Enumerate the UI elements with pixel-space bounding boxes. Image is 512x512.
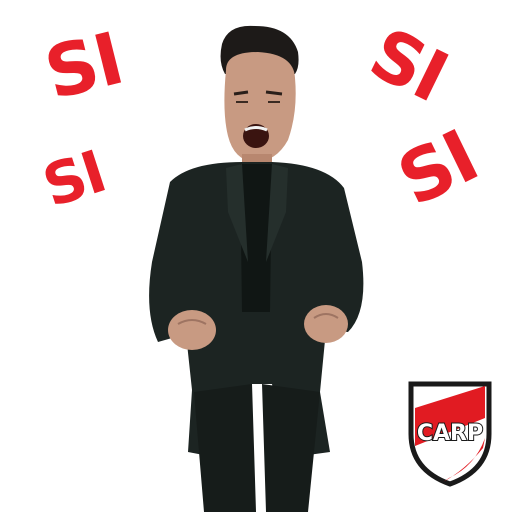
si-word-mid-left: SI (33, 136, 113, 222)
crest-letters: CARP (417, 421, 483, 446)
sticker-canvas: SI SI SI SI CARP (0, 0, 512, 512)
si-word-top-left: SI (35, 15, 131, 118)
person-celebrating-image (149, 25, 364, 512)
river-plate-crest-icon: CARP (408, 381, 492, 487)
si-word-mid-right: SI (384, 112, 491, 223)
